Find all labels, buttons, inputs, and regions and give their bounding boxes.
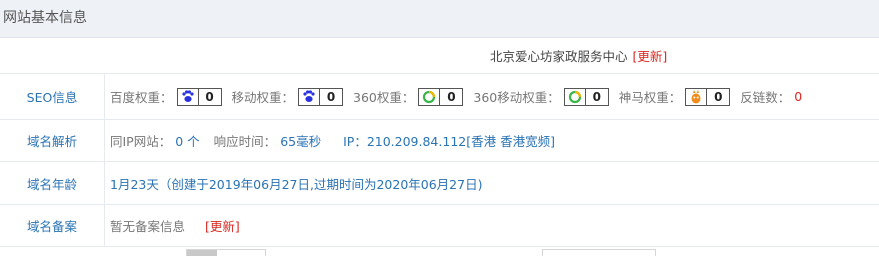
shenma-weight-badge[interactable]: 0	[685, 87, 731, 106]
shenma-weight-value: 0	[714, 89, 723, 104]
shenma-weight-label: 神马权重：	[618, 90, 682, 105]
backlinks-label: 反链数：	[740, 90, 791, 105]
seo-label: SEO信息	[0, 74, 105, 119]
icp-label: 域名备案	[0, 205, 105, 246]
same-ip-value[interactable]: 0 个	[175, 131, 199, 150]
mobile-weight-value: 0	[326, 89, 336, 104]
horse-icon	[686, 88, 708, 105]
s360-weight-value: 0	[447, 89, 456, 104]
paw-icon	[299, 88, 321, 105]
icp-row: 域名备案 暂无备案信息 [更新]	[0, 205, 879, 247]
same-ip-label: 同IP网站：	[110, 134, 172, 149]
seo-row: SEO信息 百度权重： 0 移动权重： 0 360权重： 0 360移动权重： …	[0, 74, 879, 120]
domain-age-text: 1月23天（创建于2019年06月27日,过期时间为2020年06月27日)	[110, 176, 483, 192]
s360-mobile-weight-value: 0	[592, 89, 601, 104]
response-time-value: 65毫秒	[280, 134, 322, 149]
ring-icon	[565, 88, 586, 105]
mobile-weight-badge[interactable]: 0	[298, 87, 344, 106]
mobile-weight-label: 移动权重：	[231, 90, 295, 105]
domain-age-label: 域名年龄	[0, 162, 105, 204]
baidu-weight-label: 百度权重：	[110, 90, 173, 105]
toggle-knob	[187, 250, 217, 256]
site-name-row: 北京爱心坊家政服务中心 [更新]	[0, 38, 879, 74]
baidu-weight-value: 0	[205, 89, 214, 104]
backlinks-value[interactable]: 0	[794, 89, 802, 104]
dns-label: 域名解析	[0, 120, 105, 161]
response-time-label: 响应时间：	[213, 134, 277, 149]
icp-text: 暂无备案信息	[110, 219, 186, 234]
domain-age-row: 域名年龄 1月23天（创建于2019年06月27日,过期时间为2020年06月2…	[0, 162, 879, 205]
paw-icon	[178, 88, 199, 105]
toggle-switch[interactable]	[186, 249, 266, 256]
site-update-link[interactable]: [更新]	[633, 46, 668, 65]
s360-weight-label: 360权重：	[353, 90, 415, 105]
icp-update-link[interactable]: [更新]	[205, 216, 240, 235]
s360-mobile-weight-badge[interactable]: 0	[563, 87, 609, 106]
s360-weight-badge[interactable]: 0	[418, 87, 464, 106]
ip-info[interactable]: IP：210.209.84.112[香港 香港宽频]	[343, 131, 555, 150]
s360-mobile-weight-label: 360移动权重：	[473, 90, 560, 105]
ring-icon	[419, 88, 441, 105]
site-name: 北京爱心坊家政服务中心	[490, 49, 628, 64]
select-box[interactable]	[542, 249, 656, 256]
panel-title: 网站基本信息	[0, 0, 879, 38]
baidu-weight-badge[interactable]: 0	[176, 87, 222, 106]
site-info-panel: 网站基本信息 北京爱心坊家政服务中心 [更新] SEO信息 百度权重： 0 移动…	[0, 0, 879, 256]
dns-row: 域名解析 同IP网站： 0 个 响应时间： 65毫秒 IP：210.209.84…	[0, 120, 879, 162]
